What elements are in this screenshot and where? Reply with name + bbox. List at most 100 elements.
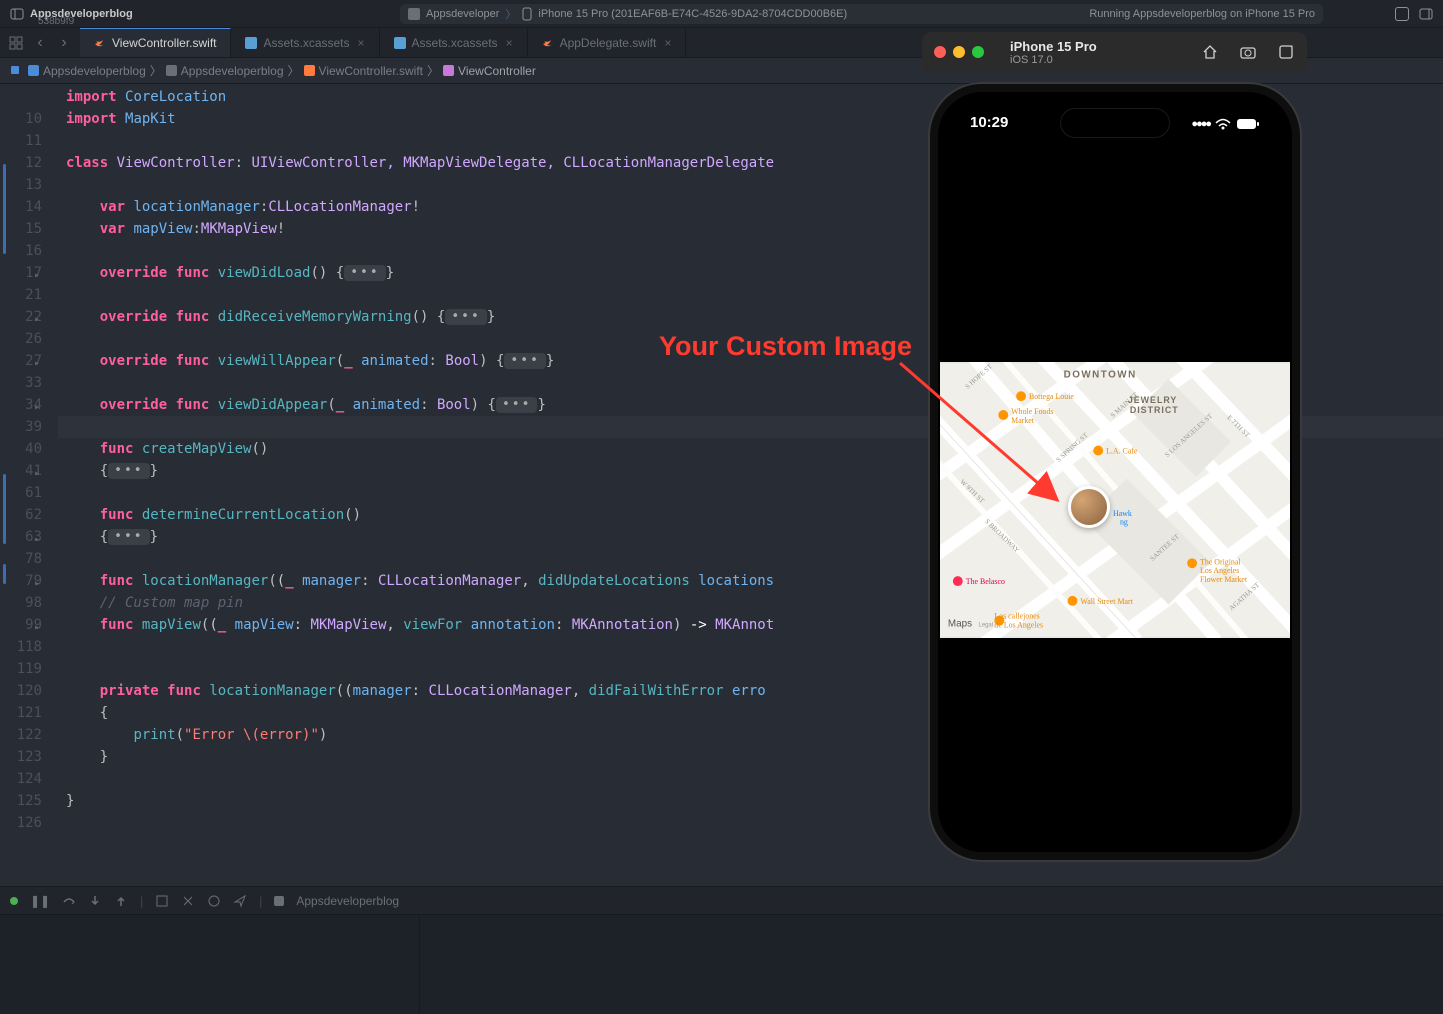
zoom-icon[interactable]	[972, 46, 984, 58]
spray-icon[interactable]	[207, 894, 221, 908]
chevron-right-icon: 〉	[288, 62, 300, 79]
title-bar: Appsdeveloperblog 538b9f9 Appsdeveloper …	[0, 0, 1443, 28]
back-button[interactable]: ‹	[30, 33, 50, 53]
line-number: 124	[0, 768, 42, 790]
area-label: DISTRICT	[1130, 405, 1179, 415]
commit-sha: 538b9f9	[38, 16, 74, 27]
line-number: 34▸	[0, 394, 42, 416]
breadcrumb-item[interactable]: Appsdeveloperblog	[28, 64, 146, 78]
line-number: 99▸	[0, 614, 42, 636]
device-label: iPhone 15 Pro (201EAF6B-E74C-4526-9DA2-8…	[538, 8, 847, 20]
simulator-titlebar[interactable]: iPhone 15 Pro iOS 17.0	[922, 32, 1307, 72]
window-controls[interactable]	[934, 46, 984, 58]
tab-label: Assets.xcassets	[412, 36, 498, 50]
breadcrumb-icon	[304, 65, 315, 76]
breadcrumb-item[interactable]: Appsdeveloperblog	[166, 64, 284, 78]
status-bar: 10:29 ●●●●	[940, 114, 1290, 134]
app-icon	[408, 8, 420, 20]
svg-text:Legal: Legal	[979, 623, 994, 629]
tab-assets-xcassets[interactable]: Assets.xcassets×	[231, 28, 379, 57]
chevron-right-icon: 〉	[505, 6, 516, 22]
breadcrumb-item[interactable]: ViewController	[443, 64, 536, 78]
line-number: 26	[0, 328, 42, 350]
line-number: 16	[0, 240, 42, 262]
poi-label: L.A. Cafe	[1106, 447, 1138, 456]
scheme-label[interactable]: Appsdeveloperblog	[296, 894, 399, 908]
tab-viewcontroller-swift[interactable]: ViewController.swift	[80, 28, 231, 57]
svg-text:ng: ng	[1120, 518, 1128, 527]
line-number: 125	[0, 790, 42, 812]
line-number: 11	[0, 130, 42, 152]
close-tab-icon[interactable]: ×	[664, 36, 671, 50]
simulator-title: iPhone 15 Pro iOS 17.0	[1010, 39, 1097, 66]
forward-button[interactable]: ›	[54, 33, 74, 53]
step-into-icon[interactable]	[88, 894, 102, 908]
step-out-icon[interactable]	[114, 894, 128, 908]
poi-label: Los callejones	[994, 612, 1039, 621]
line-number: 98	[0, 592, 42, 614]
poi-label: Bottega Louie	[1029, 392, 1074, 401]
simulator-os: iOS 17.0	[1010, 54, 1097, 66]
chevron-right-icon: 〉	[427, 62, 439, 79]
plus-icon[interactable]	[1395, 7, 1409, 21]
close-tab-icon[interactable]: ×	[506, 36, 513, 50]
poi-label: The Original	[1200, 557, 1241, 566]
scissors-icon[interactable]	[181, 894, 195, 908]
console-area[interactable]	[0, 914, 1443, 1014]
assets-icon	[245, 37, 257, 49]
poi-label: The Belasco	[966, 577, 1005, 586]
line-number: 119	[0, 658, 42, 680]
breadcrumb-item[interactable]: ViewController.swift	[304, 64, 423, 78]
debug-bar: ❚❚ | | Appsdeveloperblog	[0, 886, 1443, 914]
line-number: 14	[0, 196, 42, 218]
build-status: Running Appsdeveloperblog on iPhone 15 P…	[1089, 8, 1315, 20]
related-items-icon[interactable]	[6, 33, 26, 53]
step-over-icon[interactable]	[62, 894, 76, 908]
wifi-icon	[1215, 118, 1231, 130]
line-number: 27▸	[0, 350, 42, 372]
line-number	[0, 86, 42, 108]
simulator-device-frame: 10:29 ●●●●	[928, 82, 1302, 862]
close-icon[interactable]	[934, 46, 946, 58]
line-number: 126	[0, 812, 42, 834]
breadcrumb-icon	[166, 65, 177, 76]
line-number: 123	[0, 746, 42, 768]
map-view[interactable]: W 9TH ST S BROADWAY S SPRING ST S MAIN S…	[940, 362, 1290, 638]
pause-icon[interactable]: ❚❚	[30, 894, 50, 908]
library-icon[interactable]	[1419, 7, 1433, 21]
annotation-label: Your Custom Image	[659, 331, 912, 362]
line-number: 13	[0, 174, 42, 196]
area-label: JEWELRY	[1128, 395, 1178, 405]
location-icon[interactable]	[233, 894, 247, 908]
minimize-icon[interactable]	[953, 46, 965, 58]
breadcrumb-icon	[28, 65, 39, 76]
editor-tabs: ViewController.swiftAssets.xcassets×Asse…	[80, 28, 686, 57]
line-number: 62	[0, 504, 42, 526]
jump-bar-icon[interactable]	[10, 64, 20, 78]
tab-assets-xcassets[interactable]: Assets.xcassets ×	[380, 28, 528, 57]
custom-image-pin[interactable]	[1068, 486, 1110, 528]
external-icon[interactable]	[1277, 43, 1295, 61]
line-number: 41▸	[0, 460, 42, 482]
debug-view-icon[interactable]	[155, 894, 169, 908]
activity-view[interactable]: Appsdeveloper 〉 iPhone 15 Pro (201EAF6B-…	[400, 4, 1323, 24]
line-number: 121	[0, 702, 42, 724]
svg-text:de Los Angeles: de Los Angeles	[994, 621, 1043, 630]
chevron-right-icon: 〉	[150, 62, 162, 79]
line-number: 21	[0, 284, 42, 306]
swift-icon	[94, 37, 106, 49]
line-number: 61	[0, 482, 42, 504]
line-number: 79▸	[0, 570, 42, 592]
line-gutter: 1011121314151617▸2122▸2627▸3334▸394041▸6…	[0, 84, 58, 886]
poi-label: Whole Foods	[1011, 407, 1053, 416]
sidebar-toggle-icon[interactable]	[10, 7, 24, 21]
home-icon[interactable]	[1201, 43, 1219, 61]
close-tab-icon[interactable]: ×	[358, 36, 365, 50]
tab-label: ViewController.swift	[112, 36, 216, 50]
line-number: 118	[0, 636, 42, 658]
apple-maps-logo: Maps	[948, 619, 972, 630]
status-dot-icon	[10, 897, 18, 905]
svg-text:Flower Market: Flower Market	[1200, 575, 1248, 584]
tab-appdelegate-swift[interactable]: AppDelegate.swift×	[528, 28, 687, 57]
screenshot-icon[interactable]	[1239, 43, 1257, 61]
